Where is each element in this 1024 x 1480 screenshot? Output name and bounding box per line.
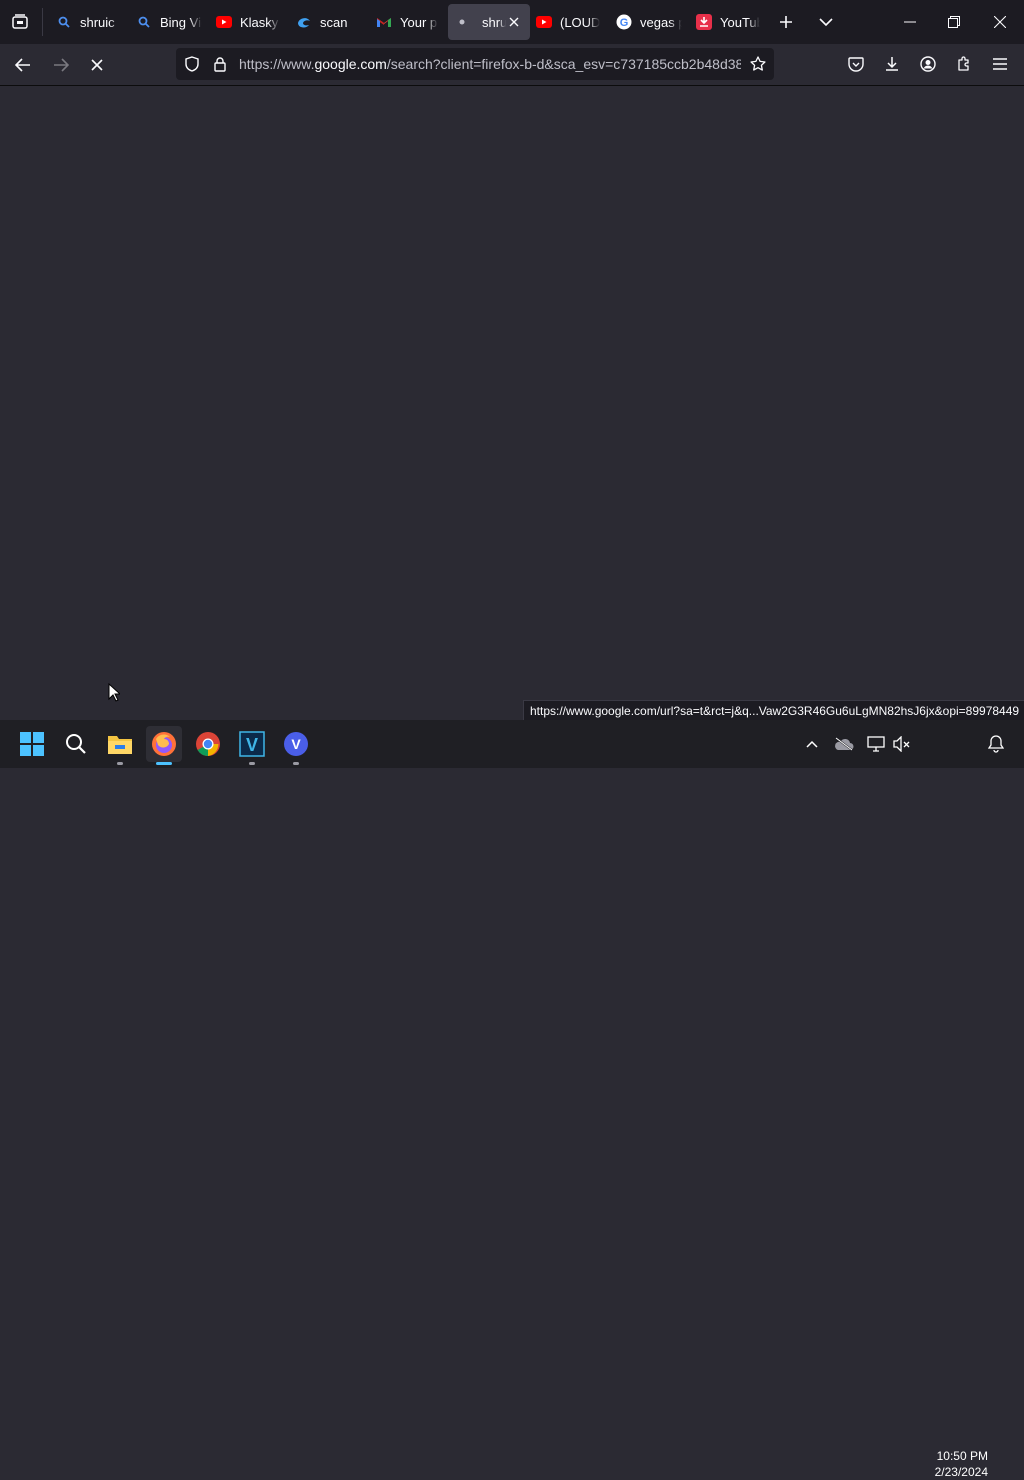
firefox-view-icon[interactable] [6, 10, 34, 34]
link-status-overlay: https://www.google.com/url?sa=t&rct=j&q.… [523, 700, 1024, 722]
url-text[interactable]: https://www.google.com/search?client=fir… [239, 56, 741, 72]
volume-muted-icon[interactable] [890, 732, 914, 756]
active-indicator [156, 762, 172, 765]
windows-start-icon[interactable] [14, 726, 50, 762]
tab-youtube[interactable]: YouTube [690, 4, 772, 40]
menu-hamburger-icon[interactable] [986, 52, 1014, 76]
back-icon[interactable] [8, 50, 38, 80]
list-all-tabs-icon[interactable] [812, 10, 840, 34]
url-domain: google.com [314, 56, 387, 72]
tab-klasky[interactable]: Klasky [212, 4, 294, 40]
running-indicator [293, 762, 299, 765]
close-window-icon[interactable] [980, 6, 1020, 38]
gmail-icon [376, 14, 392, 30]
url-rest: /search?client=firefox-b-d&sca_esv=c7371… [386, 56, 741, 72]
tab-label: Your profile [400, 14, 438, 30]
close-tab-icon[interactable] [506, 14, 522, 30]
notification-bell-icon[interactable] [984, 732, 1008, 756]
svg-text:V: V [246, 735, 258, 755]
tracking-protection-shield-icon[interactable] [182, 54, 202, 74]
page-content-loading [0, 86, 1024, 720]
tab-label: shruic [80, 14, 115, 30]
firefox-icon[interactable] [146, 726, 182, 765]
account-icon[interactable] [914, 52, 942, 76]
forward-icon[interactable] [46, 50, 76, 80]
extensions-icon[interactable] [950, 52, 978, 76]
vpn-icon[interactable]: V [278, 726, 314, 765]
chrome-icon[interactable] [190, 726, 226, 762]
divider [42, 8, 43, 36]
lock-icon[interactable] [210, 54, 230, 74]
edge-icon [296, 14, 312, 30]
network-icon[interactable] [864, 732, 888, 756]
tab-strip: shruic Bing Videos Klasky scan Your prof… [0, 0, 1024, 44]
stop-loading-icon[interactable] [82, 50, 112, 80]
loading-dot-icon [454, 14, 470, 30]
tab-label: YouTube [720, 14, 760, 30]
address-bar[interactable]: https://www.google.com/search?client=fir… [176, 48, 774, 80]
tab-label: shruic [482, 14, 506, 30]
google-icon: G [616, 14, 632, 30]
running-indicator [117, 762, 123, 765]
search-icon [136, 14, 152, 30]
clock-date: 2/23/2024 [934, 1465, 988, 1479]
tab-shruic[interactable]: shruic [48, 4, 134, 40]
tab-label: Klasky [240, 14, 279, 30]
bookmark-star-icon[interactable] [748, 54, 768, 74]
pocket-icon[interactable] [842, 52, 870, 76]
url-prefix: https://www. [239, 56, 315, 72]
tab-shruic-active[interactable]: shruic [448, 4, 530, 40]
youtube-icon [216, 14, 232, 30]
windows-taskbar: V V 10:50 PM 2/23/2024 [0, 720, 1024, 1479]
tab-bing-videos[interactable]: Bing Videos [130, 4, 214, 40]
nav-toolbar: https://www.google.com/search?client=fir… [0, 44, 1024, 86]
file-explorer-icon[interactable] [102, 726, 138, 765]
tab-vegas-pro[interactable]: G vegas pro [608, 4, 696, 40]
running-indicator [249, 762, 255, 765]
search-icon [56, 14, 72, 30]
tab-label: Bing Videos [160, 14, 202, 30]
vegas-icon[interactable]: V [234, 726, 270, 765]
search-icon[interactable] [58, 726, 94, 762]
onedrive-offline-icon[interactable] [832, 732, 856, 756]
svg-text:G: G [620, 17, 629, 29]
clock-time: 10:50 PM [936, 1449, 988, 1463]
tab-label: scan [320, 14, 348, 30]
show-hidden-icons-chevron-icon[interactable] [800, 732, 824, 756]
tab-your-profile[interactable]: Your profile [372, 4, 452, 40]
tab-scan[interactable]: scan [292, 4, 374, 40]
tab-loud[interactable]: (LOUD [528, 4, 614, 40]
tab-label: vegas pro [640, 14, 682, 30]
svg-text:V: V [291, 736, 301, 752]
download-app-icon [696, 14, 712, 30]
youtube-icon [536, 14, 552, 30]
mouse-cursor-icon [108, 682, 122, 707]
minimize-icon[interactable] [890, 6, 930, 38]
tab-label: (LOUD [560, 14, 600, 30]
new-tab-icon[interactable] [772, 10, 800, 34]
system-clock[interactable]: 10:50 PM 2/23/2024 [916, 1448, 988, 1480]
downloads-icon[interactable] [878, 52, 906, 76]
restore-icon[interactable] [934, 6, 974, 38]
